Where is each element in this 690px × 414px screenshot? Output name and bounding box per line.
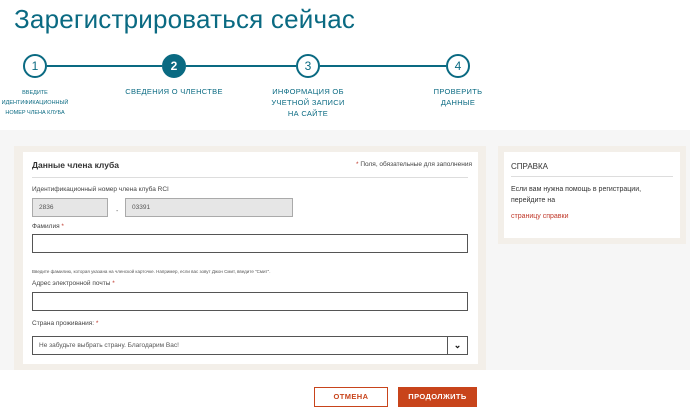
required-star: * <box>356 161 359 168</box>
help-title: СПРАВКА <box>511 162 548 171</box>
step-4-circle: 4 <box>446 54 470 78</box>
member-id-part1-field: 2836 <box>32 198 108 217</box>
last-name-label: Фамилия * <box>32 223 64 230</box>
country-label: Страна проживания: * <box>32 320 98 327</box>
last-name-hint: Введите фамилию, которая указана на член… <box>32 269 271 274</box>
help-box: СПРАВКА Если вам нужна помощь в регистра… <box>504 152 680 238</box>
member-id-separator: - <box>116 208 119 215</box>
country-select-value: Не забудьте выбрать страну. Благодарим В… <box>39 342 179 349</box>
step-2-circle: 2 <box>162 54 186 78</box>
country-select[interactable]: Не забудьте выбрать страну. Благодарим В… <box>32 336 468 355</box>
step-connector <box>320 65 446 67</box>
step-1-label: введите идентификационный номер члена кл… <box>1 90 69 116</box>
step-3-label: ИНФОРМАЦИЯ ОБ УЧЕТНОЙ ЗАПИСИ НА САЙТЕ <box>271 87 345 118</box>
section-title: Данные члена клуба <box>32 160 119 170</box>
chevron-down-icon[interactable]: ⌄ <box>447 337 467 354</box>
step-3-circle: 3 <box>296 54 320 78</box>
member-id-part2-field: 03391 <box>125 198 293 217</box>
email-label-text: Адрес электронной почты <box>32 280 111 287</box>
email-input[interactable] <box>32 292 468 311</box>
required-note: * Поля, обязательные для заполнения <box>356 161 472 168</box>
last-name-input[interactable] <box>32 234 468 253</box>
help-page-link[interactable]: страницу справки <box>511 213 569 220</box>
member-id-label: Идентификационный номер члена клуба RCI <box>32 186 169 193</box>
help-panel: СПРАВКА Если вам нужна помощь в регистра… <box>498 146 686 244</box>
help-text: Если вам нужна помощь в регистрации, пер… <box>511 186 642 204</box>
step-connector <box>47 65 162 67</box>
divider <box>511 176 673 177</box>
cancel-button[interactable]: ОТМЕНА <box>314 387 388 407</box>
required-note-text: Поля, обязательные для заполнения <box>360 161 472 168</box>
progress-stepper: 1 2 3 4 введите идентификационный номер … <box>0 50 690 130</box>
email-label: Адрес электронной почты * <box>32 280 115 287</box>
step-2-label: СВЕДЕНИЯ О ЧЛЕНСТВЕ <box>125 87 223 96</box>
step-connector <box>186 65 296 67</box>
member-form: Данные члена клуба * Поля, обязательные … <box>23 152 478 364</box>
last-name-required-star: * <box>61 223 64 230</box>
step-1-circle: 1 <box>23 54 47 78</box>
country-required-star: * <box>95 320 99 327</box>
divider <box>32 177 468 178</box>
page-title: Зарегистрироваться сейчас <box>14 4 356 34</box>
member-form-panel: Данные члена клуба * Поля, обязательные … <box>14 146 486 370</box>
step-4-label: ПРОВЕРИТЬ ДАННЫЕ <box>433 87 483 107</box>
email-required-star: * <box>112 280 115 287</box>
country-label-text: Страна проживания: <box>32 320 95 327</box>
continue-button[interactable]: ПРОДОЛЖИТЬ <box>398 387 477 407</box>
last-name-label-text: Фамилия <box>32 223 60 230</box>
